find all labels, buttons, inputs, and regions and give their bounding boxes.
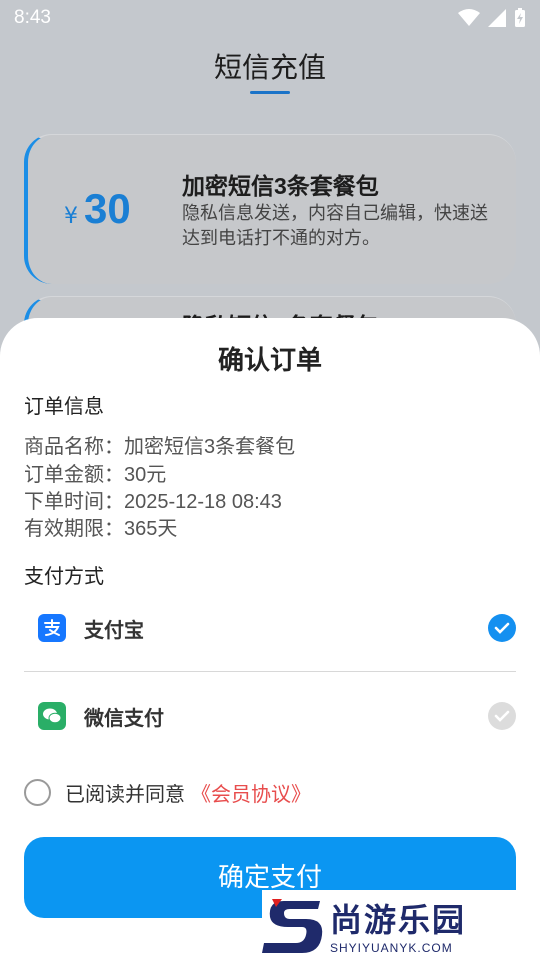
page-title: 短信充值 [213,52,326,83]
order-amount-line: 订单金额：30元 [24,464,167,486]
package-name: 加密短信3条套餐包 [182,173,379,199]
validity-line: 有效期限：365天 [24,518,178,540]
agreement-row: 已阅读并同意 《会员协议》 [24,778,311,807]
order-info-label: 订单信息 [24,396,104,418]
battery-icon [515,8,525,27]
agreement-text: 已阅读并同意 [65,784,185,806]
payment-label: 支付宝 [84,619,144,642]
status-icons [458,8,526,28]
price: ¥ 30 [64,185,131,233]
price-value: 30 [84,185,131,232]
payment-option-alipay[interactable]: 支付宝 [24,598,516,658]
product-name-line: 商品名称：加密短信3条套餐包 [24,436,296,458]
watermark-text: 尚游乐园 [330,902,467,938]
package-card[interactable]: ¥ 30 加密短信3条套餐包 隐私信息发送，内容自己编辑，快速送达到电话打不通的… [24,134,516,284]
title-underline [250,91,290,94]
status-bar: 8:43 [0,0,540,36]
member-agreement-link[interactable]: 《会员协议》 [191,778,311,807]
package-description: 隐私信息发送，内容自己编辑，快速送达到电话打不通的对方。 [182,203,488,248]
watermark-logo-icon [262,899,323,953]
divider [24,671,516,672]
wifi-icon [458,9,480,26]
wechat-icon [38,702,66,730]
watermark: 尚游乐园 SHYIYUANYK.COM [262,890,540,960]
status-time: 8:43 [14,7,51,28]
payment-option-wechat[interactable]: 微信支付 [24,686,516,746]
unchecked-icon[interactable] [488,702,516,730]
sheet-title: 确认订单 [217,345,322,375]
confirm-order-sheet: 确认订单 订单信息 商品名称：加密短信3条套餐包 订单金额：30元 下单时间：2… [0,318,540,960]
order-time-line: 下单时间：2025-12-18 08:43 [24,491,282,513]
currency-symbol: ¥ [64,204,78,229]
payment-method-label: 支付方式 [24,566,104,588]
payment-label: 微信支付 [84,707,164,730]
signal-icon [488,9,506,27]
watermark-domain: SHYIYUANYK.COM [330,941,453,955]
agreement-checkbox[interactable] [24,779,51,806]
checked-icon[interactable] [488,614,516,642]
alipay-icon [38,614,66,642]
